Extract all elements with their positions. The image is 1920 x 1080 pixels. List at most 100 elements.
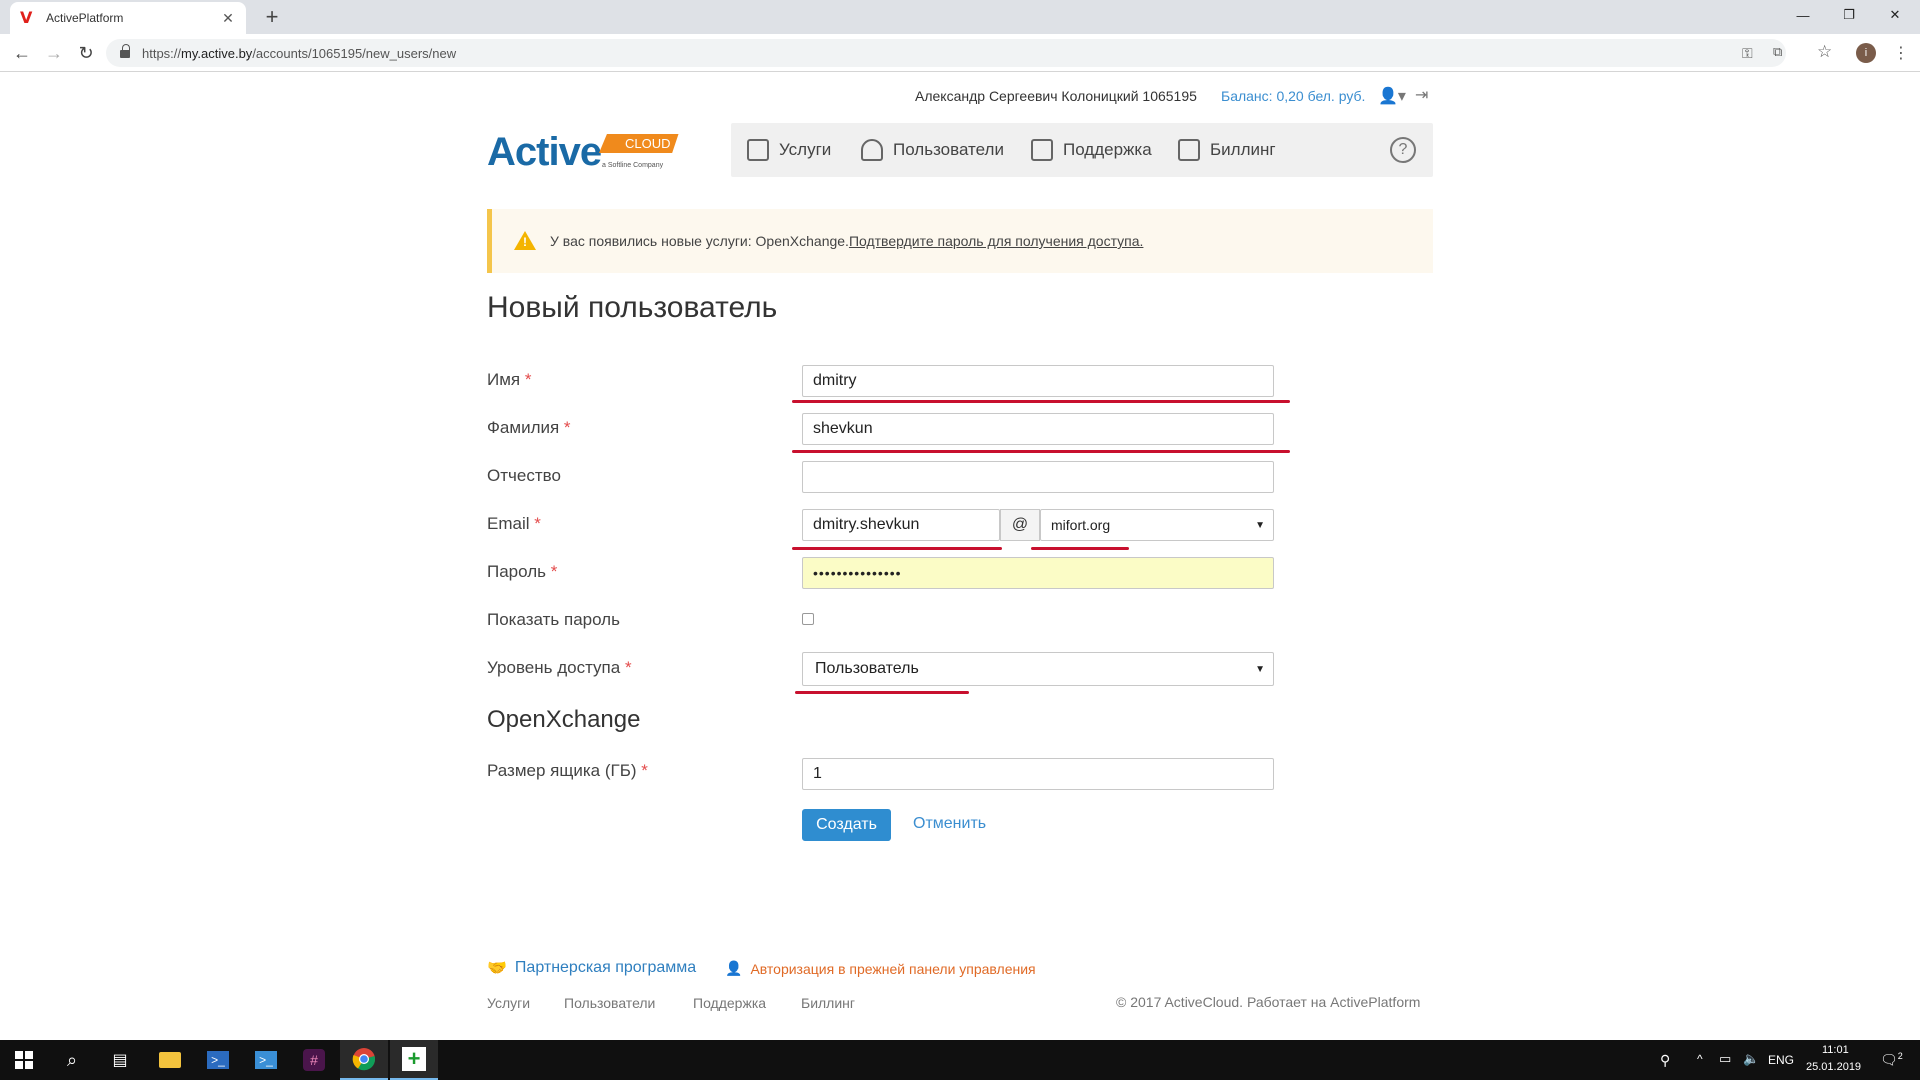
translate-icon[interactable]: ⧉ xyxy=(1773,44,1782,60)
nav-support-label: Поддержка xyxy=(1063,140,1152,159)
powershell-ise-icon[interactable]: >_ xyxy=(242,1040,290,1080)
minimize-button[interactable]: — xyxy=(1780,0,1826,30)
footer-link-support[interactable]: Поддержка xyxy=(693,995,766,1011)
partner-program-label: Партнерская программа xyxy=(514,959,697,976)
email-label: Email * xyxy=(487,514,541,533)
access-level-select[interactable]: Пользователь ▼ xyxy=(802,652,1274,686)
clock-time[interactable]: 11:01 xyxy=(1822,1044,1849,1056)
services-icon xyxy=(747,139,769,161)
user-menu-icon[interactable]: 👤▾ xyxy=(1378,86,1406,106)
back-button[interactable]: ← xyxy=(10,41,34,65)
footer-link-users[interactable]: Пользователи xyxy=(564,995,655,1011)
password-label: Пароль * xyxy=(487,562,558,581)
annotation-underline xyxy=(792,400,1290,403)
language-indicator[interactable]: ENG xyxy=(1768,1053,1794,1067)
help-icon[interactable]: ? xyxy=(1390,137,1416,163)
logo-text: Active xyxy=(487,130,602,174)
email-domain-select[interactable]: mifort.org ▼ xyxy=(1040,509,1274,541)
address-bar-row: ← → ↻ https://my.active.by/accounts/1065… xyxy=(0,34,1920,72)
access-level-label: Уровень доступа * xyxy=(487,658,632,677)
alert-text: У вас появились новые услуги: OpenXchang… xyxy=(550,233,849,249)
first-name-label: Имя * xyxy=(487,370,532,389)
show-password-label: Показать пароль xyxy=(487,610,620,629)
page-content: Александр Сергеевич Колоницкий 1065195 Б… xyxy=(0,72,1920,1040)
logo-subtitle: a Softline Company xyxy=(602,162,664,169)
openxchange-section-title: OpenXchange xyxy=(487,706,641,733)
main-nav: Услуги Пользователи Поддержка Биллинг ? xyxy=(731,123,1433,177)
handshake-icon: 🤝 xyxy=(487,960,507,977)
middle-name-input[interactable] xyxy=(802,461,1274,493)
file-explorer-icon[interactable] xyxy=(146,1040,194,1080)
mailbox-size-label: Размер ящика (ГБ) * xyxy=(487,761,648,780)
notifications-icon[interactable]: 🗨2 xyxy=(1880,1051,1903,1069)
people-icon[interactable]: ⚲ xyxy=(1660,1052,1670,1069)
forward-button[interactable]: → xyxy=(42,41,66,65)
warning-icon xyxy=(514,231,536,251)
favicon-icon: V xyxy=(20,8,33,27)
network-icon[interactable]: ▭ xyxy=(1719,1051,1731,1067)
billing-icon xyxy=(1178,139,1200,161)
close-window-button[interactable]: ✕ xyxy=(1872,0,1918,30)
annotation-underline xyxy=(792,547,1002,550)
browser-tabbar: V ActivePlatform ✕ + — ❐ ✕ xyxy=(0,0,1920,34)
annotation-underline xyxy=(1031,547,1129,550)
last-name-label: Фамилия * xyxy=(487,418,571,437)
old-panel-link[interactable]: 👤 Авторизация в прежней панели управлени… xyxy=(725,960,1036,977)
balance-link[interactable]: Баланс: 0,20 бел. руб. xyxy=(1221,88,1365,104)
nav-support[interactable]: Поддержка xyxy=(1031,123,1152,177)
partner-program-link[interactable]: 🤝 Партнерская программа xyxy=(487,958,696,978)
email-at-sign: @ xyxy=(1000,509,1040,541)
annotation-underline xyxy=(792,450,1290,453)
windows-start-icon[interactable] xyxy=(0,1040,48,1080)
task-view-icon[interactable]: ▤ xyxy=(96,1040,144,1080)
tray-chevron-icon[interactable]: ^ xyxy=(1697,1052,1703,1066)
nav-users-label: Пользователи xyxy=(893,140,1004,159)
profile-avatar[interactable]: i xyxy=(1856,43,1876,63)
activecloud-logo[interactable]: Active CLOUD a Softline Company xyxy=(487,128,687,178)
create-button[interactable]: Создать xyxy=(802,809,891,841)
email-local-input[interactable]: dmitry.shevkun xyxy=(802,509,1000,541)
chrome-icon[interactable] xyxy=(340,1040,388,1080)
cancel-link[interactable]: Отменить xyxy=(913,815,986,833)
first-name-input[interactable]: dmitry xyxy=(802,365,1274,397)
search-icon[interactable]: ⌕ xyxy=(48,1040,96,1080)
annotation-underline xyxy=(795,691,969,694)
windows-taskbar: ⌕ ▤ >_ >_ # + ⚲ ^ ▭ 🔈 ENG 11:01 25.01.20… xyxy=(0,1040,1920,1080)
new-tab-button[interactable]: + xyxy=(260,4,284,30)
show-password-checkbox[interactable] xyxy=(802,613,814,625)
old-panel-label: Авторизация в прежней панели управления xyxy=(750,960,1036,977)
nav-billing[interactable]: Биллинг xyxy=(1178,123,1276,177)
chevron-down-icon: ▼ xyxy=(1255,664,1265,675)
chrome-menu-icon[interactable]: ⋮ xyxy=(1893,43,1909,63)
new-services-alert: У вас появились новые услуги: OpenXchang… xyxy=(487,209,1433,273)
footer-link-services[interactable]: Услуги xyxy=(487,995,530,1011)
powershell-icon[interactable]: >_ xyxy=(194,1040,242,1080)
chevron-down-icon: ▼ xyxy=(1255,520,1265,531)
person-icon: 👤 xyxy=(725,960,743,976)
nav-services[interactable]: Услуги xyxy=(747,123,831,177)
mailbox-size-input[interactable]: 1 xyxy=(802,758,1274,790)
support-icon xyxy=(1031,139,1053,161)
browser-tab[interactable]: V ActivePlatform ✕ xyxy=(10,2,246,34)
last-name-input[interactable]: shevkun xyxy=(802,413,1274,445)
restore-button[interactable]: ❐ xyxy=(1826,0,1872,30)
slack-icon[interactable]: # xyxy=(290,1040,338,1080)
confirm-password-link[interactable]: Подтвердите пароль для получения доступа… xyxy=(849,233,1143,249)
reload-button[interactable]: ↻ xyxy=(74,41,98,65)
clock-date[interactable]: 25.01.2019 xyxy=(1806,1061,1861,1073)
omnibox[interactable]: https://my.active.by/accounts/1065195/ne… xyxy=(106,39,1786,67)
password-input[interactable]: ••••••••••••••• xyxy=(802,557,1274,589)
key-icon[interactable]: ⚿ xyxy=(1742,45,1753,62)
logo-badge: CLOUD xyxy=(599,134,679,153)
logout-icon[interactable]: ⇥ xyxy=(1415,85,1428,105)
nav-users[interactable]: Пользователи xyxy=(861,123,1004,177)
bookmark-star-icon[interactable]: ☆ xyxy=(1817,42,1832,62)
tab-title: ActivePlatform xyxy=(46,11,124,25)
user-name: Александр Сергеевич Колоницкий 1065195 xyxy=(915,88,1197,104)
footer-link-billing[interactable]: Биллинг xyxy=(801,995,855,1011)
medical-app-icon[interactable]: + xyxy=(390,1040,438,1080)
close-tab-icon[interactable]: ✕ xyxy=(220,10,236,27)
users-icon xyxy=(861,139,883,161)
middle-name-label: Отчество xyxy=(487,466,561,485)
volume-icon[interactable]: 🔈 xyxy=(1743,1051,1759,1067)
